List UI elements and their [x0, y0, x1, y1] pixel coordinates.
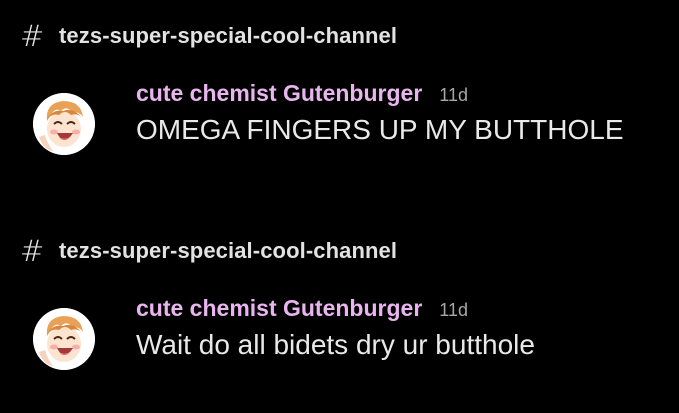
- hash-icon: #: [20, 233, 45, 268]
- channel-name[interactable]: tezs-super-special-cool-channel: [59, 23, 397, 49]
- anime-avatar-icon: [33, 308, 95, 370]
- anime-avatar-icon: [33, 93, 95, 155]
- timestamp: 11d: [439, 85, 468, 105]
- message[interactable]: cute chemist Gutenburger 11d OMEGA FINGE…: [136, 80, 624, 146]
- message[interactable]: cute chemist Gutenburger 11d Wait do all…: [136, 295, 535, 361]
- author-name[interactable]: cute chemist Gutenburger: [136, 80, 422, 107]
- channel-name[interactable]: tezs-super-special-cool-channel: [59, 238, 397, 264]
- avatar[interactable]: [33, 308, 95, 370]
- author-name[interactable]: cute chemist Gutenburger: [136, 295, 422, 322]
- message-content: Wait do all bidets dry ur butthole: [136, 329, 535, 360]
- channel-header[interactable]: # tezs-super-special-cool-channel: [20, 231, 397, 271]
- message-content: OMEGA FINGERS UP MY BUTTHOLE: [136, 114, 624, 145]
- timestamp: 11d: [439, 300, 468, 320]
- channel-header[interactable]: # tezs-super-special-cool-channel: [20, 16, 397, 56]
- hash-icon: #: [20, 18, 45, 53]
- avatar[interactable]: [33, 93, 95, 155]
